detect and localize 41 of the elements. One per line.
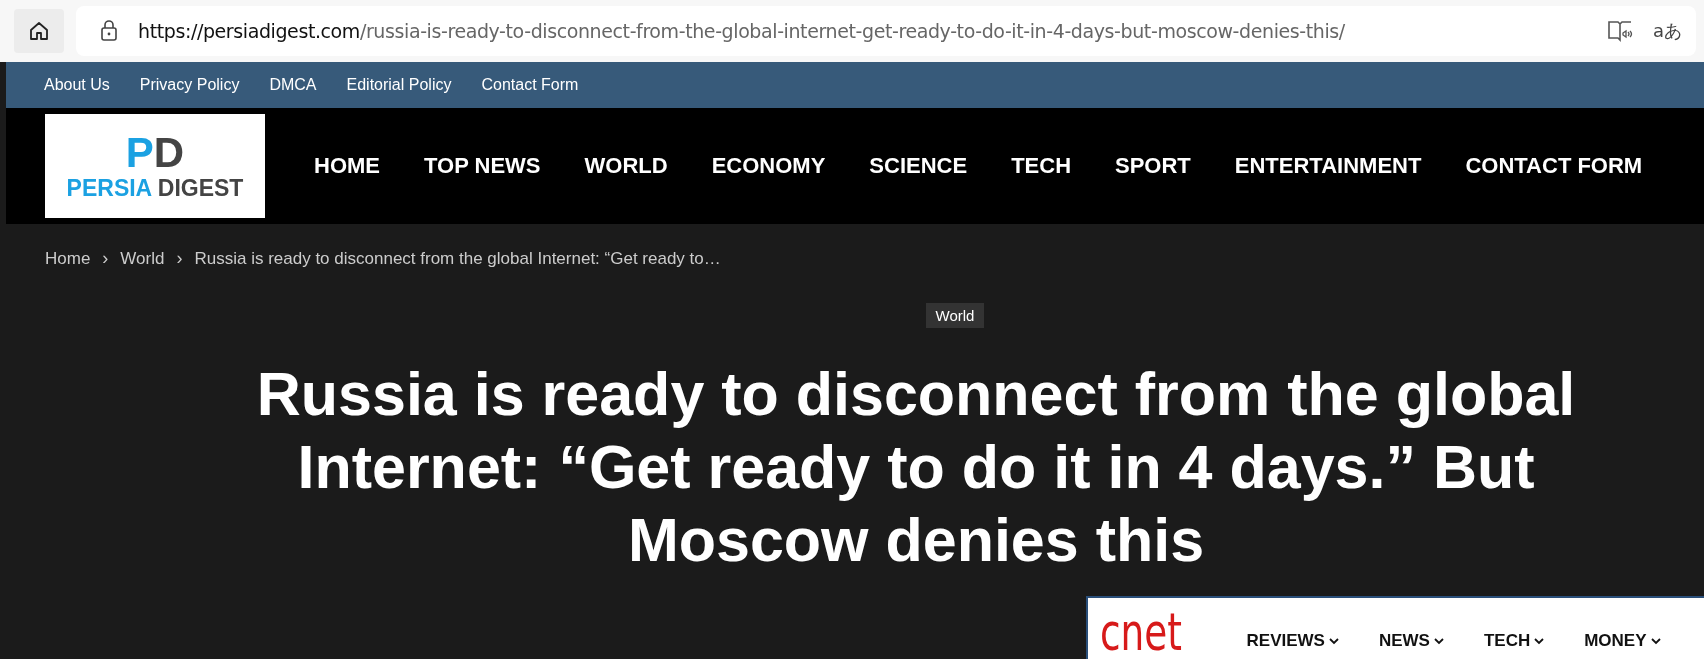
top-link[interactable]: About Us (44, 76, 110, 94)
nav-link[interactable]: SPORT (1115, 153, 1191, 179)
menu-link[interactable]: TECH (1483, 631, 1545, 651)
nav-link[interactable]: CONTACT FORM (1465, 153, 1643, 179)
home-button[interactable] (14, 9, 64, 53)
menu-link[interactable]: NEWS (1378, 631, 1444, 651)
menu-link[interactable]: MONEY (1584, 631, 1661, 651)
breadcrumb-separator: › (176, 248, 183, 269)
logo-letter: D (153, 128, 185, 176)
nav-link[interactable]: SCIENCE (869, 153, 968, 179)
home-icon (28, 20, 50, 42)
caret-icon (1433, 637, 1444, 645)
logo-letter: P (125, 128, 154, 176)
cnet-logo: cnet (1100, 604, 1182, 659)
site-logo[interactable]: PD PERSIA DIGEST (45, 114, 265, 218)
breadcrumb-separator: › (102, 248, 109, 269)
nav-link[interactable]: ENTERTAINMENT (1234, 153, 1422, 179)
read-aloud-icon[interactable] (1606, 19, 1633, 43)
nav-link[interactable]: TOP NEWS (424, 153, 541, 179)
caret-icon (1650, 637, 1661, 645)
top-link[interactable]: DMCA (269, 76, 317, 94)
nav-link[interactable]: TECH (1011, 153, 1071, 179)
logo-word: DIGEST (157, 174, 244, 201)
url-text: https://persiadigest.com/russia-is-ready-to-disconnect-from-the-global-internet-get-ready-to-do-it-in-4-days-but-moscow-denies-this/ (138, 20, 1346, 42)
nav-link[interactable]: ECONOMY (711, 153, 826, 179)
category-tag[interactable]: World (925, 303, 985, 328)
lock-icon (100, 20, 118, 42)
menu-link[interactable]: REVIEWS (1246, 631, 1339, 651)
address-bar[interactable]: https://persiadigest.com/russia-is-ready-to-disconnect-from-the-global-internet-get-ready-to-do-it-in-4-days-but-moscow-denies-this/ aあ (76, 6, 1696, 56)
top-link[interactable]: Contact Form (481, 76, 579, 94)
caret-icon (1328, 637, 1339, 645)
nav-link[interactable]: WORLD (584, 153, 668, 179)
breadcrumb-link[interactable]: Home (45, 248, 91, 269)
top-link[interactable]: Editorial Policy (346, 76, 452, 94)
nav-link[interactable]: HOME (314, 153, 380, 179)
caret-icon (1534, 637, 1545, 645)
logo-word: PERSIA (66, 174, 152, 201)
article-headline: Russia is ready to disconnect from the global Internet: “Get ready to do it in 4 days.” But Moscow denies this (255, 359, 1577, 576)
translate-button[interactable]: aあ (1652, 19, 1682, 43)
top-link[interactable]: Privacy Policy (139, 76, 240, 94)
breadcrumb-link[interactable]: World (120, 248, 165, 269)
